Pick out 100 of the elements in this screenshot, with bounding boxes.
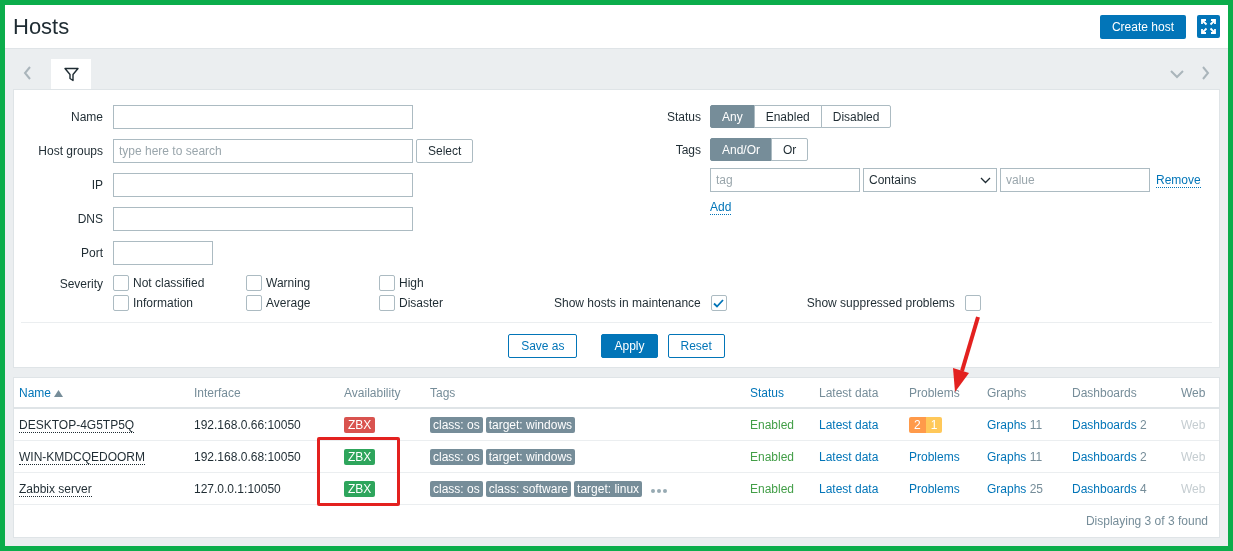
column-header: Tags xyxy=(430,385,456,400)
text-field[interactable] xyxy=(113,173,413,197)
operator-dropdown[interactable]: Contains xyxy=(863,168,997,192)
filter-button[interactable]: Save as xyxy=(508,334,578,358)
select-button[interactable]: Select xyxy=(416,139,474,163)
dashboards-link[interactable]: Dashboards xyxy=(1072,417,1137,432)
table-cell: 192.168.0.68:10050 xyxy=(189,440,339,473)
latest-data-link[interactable]: Latest data xyxy=(819,417,879,432)
availability-indicator: ZBX xyxy=(344,480,376,497)
checkbox-label: Show suppressed problems xyxy=(806,296,955,310)
dashboards-link[interactable]: Dashboards xyxy=(1072,449,1137,464)
fullscreen-icon[interactable] xyxy=(1197,15,1220,38)
web-link: Web xyxy=(1181,449,1206,464)
chevron-right-icon[interactable] xyxy=(1200,66,1210,80)
tag-mode-toggle[interactable]: And/Or xyxy=(710,138,772,161)
count-label: 4 xyxy=(1139,481,1147,496)
column-header: Interface xyxy=(194,385,241,400)
chevron-left-icon[interactable] xyxy=(23,66,33,80)
text-field[interactable] xyxy=(113,241,213,265)
column-header: Problems xyxy=(909,385,960,400)
host-status-link[interactable]: Enabled xyxy=(750,417,795,432)
table-cell: 127.0.0.1:10050 xyxy=(189,472,339,505)
filter-button[interactable]: Reset xyxy=(667,334,725,358)
graphs-link[interactable]: Graphs xyxy=(987,417,1027,432)
more-icon[interactable] xyxy=(651,488,668,493)
availability-indicator: ZBX xyxy=(344,448,376,465)
host-tag[interactable]: class: os xyxy=(430,448,483,465)
chevron-down-icon[interactable] xyxy=(1170,69,1184,79)
availability-indicator: ZBX xyxy=(344,416,376,433)
checkbox-label: Not classified xyxy=(133,276,205,290)
count-label: 11 xyxy=(1028,449,1043,464)
apply-button[interactable]: Apply xyxy=(601,334,658,358)
field-label: Status xyxy=(665,109,701,124)
field-label: Tags xyxy=(674,142,701,157)
tag-field[interactable]: tag xyxy=(710,168,860,192)
host-tag[interactable]: target: windows xyxy=(485,416,576,433)
tag-mode-toggle[interactable]: Or xyxy=(771,138,809,161)
checkbox-label: Show hosts in maintenance xyxy=(554,296,701,310)
field-label: Port xyxy=(80,246,103,260)
caret-icon xyxy=(980,176,991,184)
checkbox-label: Information xyxy=(133,296,194,310)
host-name-link[interactable]: DESKTOP-4G5TP5Q xyxy=(19,417,135,433)
filter-tab[interactable] xyxy=(51,59,91,89)
host-status-link[interactable]: Enabled xyxy=(750,449,795,464)
graphs-link[interactable]: Graphs xyxy=(987,449,1027,464)
latest-data-link[interactable]: Latest data xyxy=(819,481,879,496)
remove-link[interactable]: Remove xyxy=(1156,172,1201,188)
column-header: Latest data xyxy=(819,385,879,400)
text-field[interactable] xyxy=(113,105,413,129)
latest-data-link[interactable]: Latest data xyxy=(819,449,879,464)
dashboards-link[interactable]: Dashboards xyxy=(1072,481,1137,496)
checkbox-label: Disaster xyxy=(399,296,443,310)
column-header-link[interactable]: Status xyxy=(750,385,785,400)
host-tag[interactable]: target: linux xyxy=(574,480,643,497)
checkbox[interactable] xyxy=(113,275,129,291)
host-name-link[interactable]: WIN-KMDCQEDOORM xyxy=(19,449,145,465)
column-header: Web xyxy=(1181,385,1206,400)
checkbox[interactable] xyxy=(379,295,395,311)
count-label: 11 xyxy=(1028,417,1043,432)
web-link: Web xyxy=(1181,417,1206,432)
problems-link[interactable]: Problems xyxy=(909,449,960,464)
checkbox[interactable] xyxy=(113,295,129,311)
field-label: Host groups xyxy=(37,144,103,158)
count-label: 2 xyxy=(1139,449,1147,464)
column-header: Dashboards xyxy=(1072,385,1137,400)
host-tag[interactable]: class: os xyxy=(430,416,483,433)
status-toggle[interactable]: Disabled xyxy=(820,105,892,128)
checkbox[interactable] xyxy=(964,295,981,311)
column-header-link[interactable]: Name xyxy=(19,385,63,400)
status-toggle[interactable]: Any xyxy=(710,105,755,128)
problems-link[interactable]: Problems xyxy=(909,481,960,496)
column-header: Availability xyxy=(344,385,401,400)
value-field[interactable]: value xyxy=(1000,168,1150,192)
search-field[interactable]: type here to search xyxy=(113,139,413,163)
field-label: DNS xyxy=(76,212,103,226)
checkbox[interactable] xyxy=(246,275,262,291)
graphs-link[interactable]: Graphs xyxy=(987,481,1027,496)
checkbox[interactable] xyxy=(246,295,262,311)
sort-arrow-icon xyxy=(54,389,63,397)
host-status-link[interactable]: Enabled xyxy=(750,481,795,496)
checkbox-label: High xyxy=(399,276,424,290)
table-cell: 192.168.0.66:10050 xyxy=(189,408,339,441)
host-name-link[interactable]: Zabbix server xyxy=(19,481,92,497)
column-header: Graphs xyxy=(987,385,1027,400)
host-tag[interactable]: class: software xyxy=(485,480,572,497)
field-label: Name xyxy=(70,110,103,124)
checkbox[interactable] xyxy=(710,295,727,311)
checkbox-label: Warning xyxy=(266,276,311,290)
page-title: Hosts xyxy=(13,13,71,40)
status-toggle[interactable]: Enabled xyxy=(753,105,822,128)
text-field[interactable] xyxy=(113,207,413,231)
host-tag[interactable]: target: windows xyxy=(485,448,576,465)
results-count: Displaying 3 of 3 found xyxy=(1084,513,1209,530)
count-label: 2 xyxy=(1139,417,1147,432)
field-label: Severity xyxy=(58,277,103,291)
checkbox[interactable] xyxy=(379,275,395,291)
host-tag[interactable]: class: os xyxy=(430,480,483,497)
web-link: Web xyxy=(1181,481,1206,496)
add-link[interactable]: Add xyxy=(710,200,732,215)
create-host-button[interactable]: Create host xyxy=(1099,14,1186,39)
